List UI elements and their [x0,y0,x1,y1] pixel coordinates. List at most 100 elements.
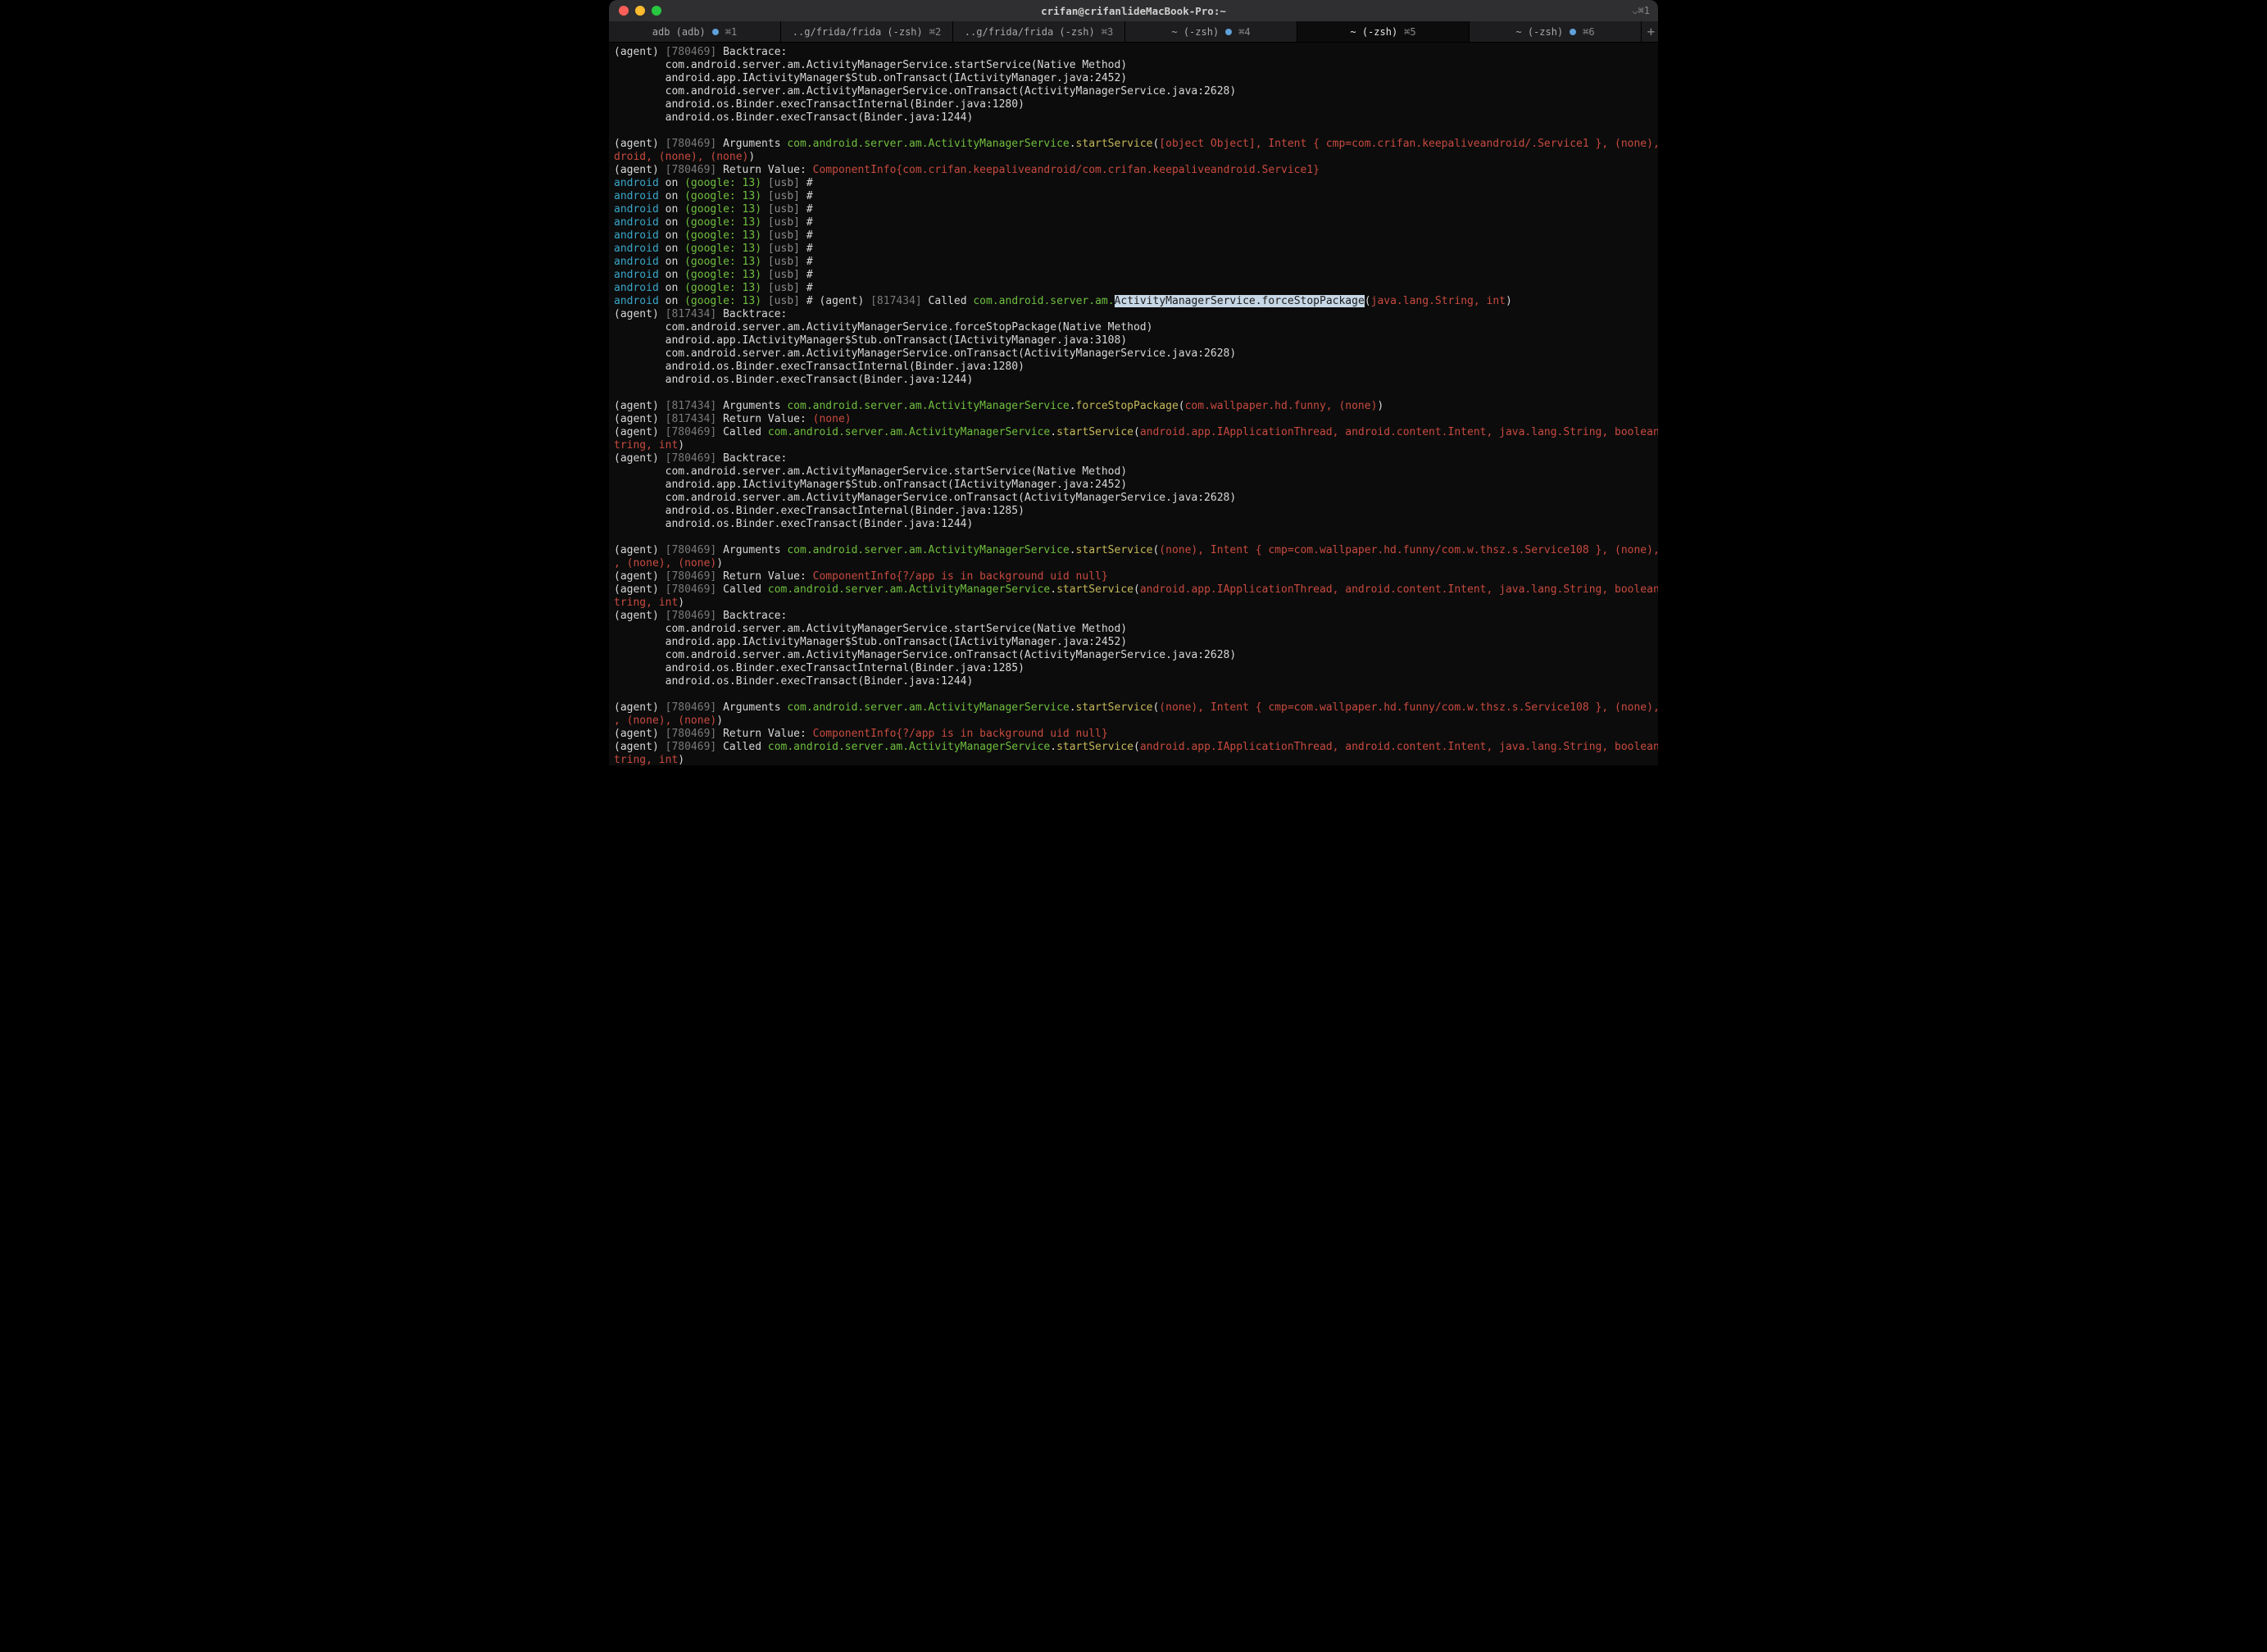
traffic-lights [609,6,661,16]
terminal-text: (none) [813,413,852,425]
terminal-text: [817434] [666,308,717,320]
terminal-text: [817434] [870,295,922,307]
terminal-text: android.app.IApplicationThread, android.… [1140,741,1658,753]
terminal-text: android [614,190,659,202]
terminal-text: java.lang.String, int [1371,295,1506,307]
close-icon[interactable] [619,6,629,16]
terminal-line: (agent) [817434] Arguments com.android.s… [614,400,1653,413]
terminal-text: on [659,203,684,216]
terminal-text: [usb] [761,295,806,307]
terminal-text: (google: 13) [684,243,761,255]
activity-indicator-icon [1225,29,1232,35]
terminal-line: android.os.Binder.execTransactInternal(B… [614,505,1653,518]
terminal-text: com.android.server.am.ActivityManagerSer… [614,492,1236,504]
terminal-text: [780469] [666,701,717,714]
terminal-text: . [1050,583,1056,596]
terminal-line: android.os.Binder.execTransact(Binder.ja… [614,518,1653,531]
terminal-text: Arguments [716,138,787,150]
titlebar[interactable]: crifan@crifanlideMacBook-Pro:~ ⌵⌘1 [609,0,1658,21]
terminal-line: android.app.IActivityManager$Stub.onTran… [614,479,1653,492]
terminal-text: com.android.server.am.ActivityManagerSer… [614,649,1236,661]
terminal-text: tring, int [614,754,678,765]
terminal-text: Backtrace: [716,46,787,58]
terminal-text: Called [716,426,768,438]
terminal-text: com.android.server.am.ActivityManagerSer… [787,544,1069,556]
terminal-text: (google: 13) [684,177,761,189]
terminal-text: # [806,256,813,268]
tab-shortcut: ⌘1 [725,26,737,38]
terminal-line: android on (google: 13) [usb] # [614,269,1653,282]
terminal-line: (agent) [780469] Arguments com.android.s… [614,701,1653,715]
terminal-text: startService [1076,544,1153,556]
terminal-line: com.android.server.am.ActivityManagerSer… [614,465,1653,479]
zoom-icon[interactable] [652,6,661,16]
terminal-line: android.os.Binder.execTransact(Binder.ja… [614,111,1653,125]
terminal-text: # [806,203,813,216]
terminal-text: (none), Intent { cmp=com.wallpaper.hd.fu… [1159,544,1658,556]
terminal-text: android.app.IApplicationThread, android.… [1140,583,1658,596]
terminal-text: android.os.Binder.execTransact(Binder.ja… [614,111,973,124]
terminal-line: android on (google: 13) [usb] # [614,256,1653,269]
tab-3[interactable]: ~ (-zsh)⌘4 [1125,21,1297,42]
terminal-text: on [659,269,684,281]
tab-1[interactable]: ..g/frida/frida (-zsh)⌘2 [781,21,953,42]
terminal-text: Called [922,295,974,307]
tab-label: ~ (-zsh) [1515,26,1563,38]
terminal-line: com.android.server.am.ActivityManagerSer… [614,85,1653,98]
terminal-text: android [614,177,659,189]
terminal-line: (agent) [780469] Called com.android.serv… [614,583,1653,597]
terminal-text: startService [1056,583,1134,596]
tab-label: ..g/frida/frida (-zsh) [793,26,923,38]
terminal-line: (agent) [780469] Return Value: Component… [614,570,1653,583]
window-shortcut-label: ⌵⌘1 [1632,5,1650,16]
tab-shortcut: ⌘6 [1583,26,1594,38]
terminal-line: android on (google: 13) [usb] # [614,203,1653,216]
terminal-line: android.os.Binder.execTransactInternal(B… [614,98,1653,111]
terminal-text: (agent) [614,138,666,150]
terminal-text: Backtrace: [716,452,787,465]
tab-2[interactable]: ..g/frida/frida (-zsh)⌘3 [953,21,1125,42]
terminal-line [614,688,1653,701]
terminal-text: ) [678,597,684,609]
terminal-text: [object Object], Intent { cmp=com.crifan… [1159,138,1658,150]
terminal-text: on [659,295,684,307]
terminal-text: (agent) [614,583,666,596]
terminal-text: android.app.IApplicationThread, android.… [1140,426,1658,438]
add-tab-button[interactable]: + [1642,21,1658,42]
terminal-line: (agent) [817434] Backtrace: [614,308,1653,321]
terminal-text: ) [1377,400,1383,412]
terminal-text: (agent) [614,570,666,583]
terminal-text: android.os.Binder.execTransact(Binder.ja… [614,518,973,530]
terminal-text: droid, (none), (none) [614,151,748,163]
minimize-icon[interactable] [635,6,645,16]
terminal-text: (agent) [819,295,870,307]
tab-0[interactable]: adb (adb) ⌘1 [609,21,781,42]
terminal-text: on [659,282,684,294]
tab-label: adb (adb) [652,26,706,38]
terminal-text: com.android.server.am.ActivityManagerSer… [614,623,1127,635]
terminal-text: android [614,203,659,216]
terminal-line: (agent) [780469] Return Value: Component… [614,728,1653,741]
terminal-text: com.android.server.am.ActivityManagerSer… [787,701,1069,714]
terminal-text: (none), Intent { cmp=com.wallpaper.hd.fu… [1159,701,1658,714]
terminal-text: [780469] [666,164,717,176]
terminal-text: [usb] [761,177,806,189]
terminal-text: # [806,216,813,229]
terminal-line: com.android.server.am.ActivityManagerSer… [614,492,1653,505]
terminal-line: (agent) [780469] Backtrace: [614,46,1653,59]
terminal-text: startService [1076,701,1153,714]
terminal-line: tring, int) [614,754,1653,765]
terminal-line: com.android.server.am.ActivityManagerSer… [614,347,1653,361]
terminal-text: com.wallpaper.hd.funny, (none) [1185,400,1378,412]
terminal-text: on [659,190,684,202]
tab-4[interactable]: ~ (-zsh)⌘5 [1297,21,1470,42]
tab-5[interactable]: ~ (-zsh) ⌘6 [1470,21,1642,42]
terminal-text: Arguments [716,544,787,556]
terminal-text: # [806,269,813,281]
terminal-line: (agent) [817434] Return Value: (none) [614,413,1653,426]
terminal-content[interactable]: (agent) [780469] Backtrace: com.android.… [609,43,1658,765]
tab-shortcut: ⌘3 [1102,26,1113,38]
terminal-text: android.app.IActivityManager$Stub.onTran… [614,72,1127,84]
terminal-text: ) [678,439,684,452]
terminal-text: com.android.server.am.ActivityManagerSer… [787,400,1069,412]
